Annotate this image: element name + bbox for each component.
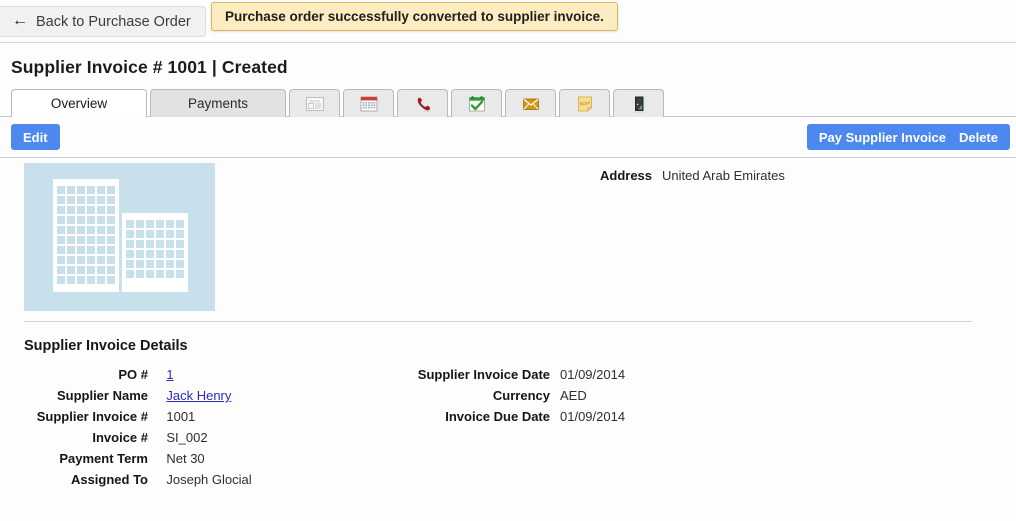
field-value-invoice-number: SI_002 (166, 430, 208, 445)
toast-message: Purchase order successfully converted to… (225, 9, 604, 24)
field-label-invoice-number: Invoice # (92, 430, 148, 445)
tab-notes[interactable]: Note (559, 89, 610, 117)
top-bar: ← Back to Purchase Order Purchase order … (0, 0, 1016, 43)
building-tall (53, 179, 119, 292)
title-separator: | (211, 57, 217, 77)
tab-documents[interactable] (613, 89, 664, 117)
tab-news[interactable]: News (289, 89, 340, 117)
section-divider (24, 321, 972, 322)
delete-button[interactable]: Delete (946, 124, 1010, 150)
field-label-invoice-due-date: Invoice Due Date (445, 409, 550, 424)
svg-text:News: News (309, 98, 321, 103)
details-right-column: Supplier Invoice Date 01/09/2014 Currenc… (400, 367, 625, 424)
field-label-currency: Currency (492, 388, 550, 403)
task-check-icon (468, 95, 485, 111)
invoice-title: Supplier Invoice # 1001 (11, 57, 207, 77)
details-left-column: PO # 1 Supplier Name Jack Henry Supplier… (0, 367, 260, 487)
field-value-supplier-invoice-date: 01/09/2014 (560, 367, 626, 382)
supplier-name-link[interactable]: Jack Henry (166, 388, 231, 403)
field-value-assigned-to: Joseph Glocial (166, 472, 252, 487)
building-placeholder-image (24, 163, 215, 311)
address-label: Address (600, 168, 653, 183)
supplier-invoice-page: ← Back to Purchase Order Purchase order … (0, 0, 1016, 521)
field-label-supplier-invoice-date: Supplier Invoice Date (417, 367, 550, 382)
door-exit-icon (633, 96, 644, 113)
success-toast: Purchase order successfully converted to… (211, 2, 618, 31)
field-value-supplier-invoice-number: 1001 (166, 409, 196, 424)
back-to-purchase-order-button[interactable]: ← Back to Purchase Order (0, 6, 206, 37)
field-value-currency: AED (560, 388, 587, 403)
calendar-icon (360, 96, 377, 111)
field-value-supplier-name: Jack Henry (166, 388, 260, 403)
tab-tasks[interactable] (451, 89, 502, 117)
tab-bar: Overview Payments News Note (0, 89, 1016, 118)
back-button-label: Back to Purchase Order (36, 13, 191, 30)
field-label-payment-term: Payment Term (59, 451, 148, 466)
field-value-po-number: 1 (166, 367, 260, 382)
address-row: Address United Arab Emirates (600, 168, 785, 183)
page-title: Supplier Invoice # 1001 | Created (0, 43, 1016, 83)
tab-payments-label: Payments (187, 96, 249, 111)
section-title-supplier-invoice-details: Supplier Invoice Details (24, 338, 188, 354)
tab-emails[interactable] (505, 89, 556, 117)
tab-payments[interactable]: Payments (150, 89, 286, 117)
field-label-po-number: PO # (118, 367, 148, 382)
news-icon: News (305, 96, 324, 111)
tab-calendar[interactable] (343, 89, 394, 117)
field-value-payment-term: Net 30 (166, 451, 205, 466)
status-badge: Created (221, 57, 288, 77)
po-number-link[interactable]: 1 (166, 367, 173, 382)
field-label-supplier-name: Supplier Name (56, 388, 148, 403)
arrow-left-icon: ← (12, 11, 28, 29)
tab-overview-label: Overview (50, 96, 108, 111)
phone-icon (417, 97, 431, 112)
action-bar: Edit Pay Supplier Invoice Delete (0, 117, 1016, 158)
building-short (122, 213, 188, 292)
field-value-invoice-due-date: 01/09/2014 (560, 409, 626, 424)
field-label-assigned-to: Assigned To (70, 472, 148, 487)
tab-overview[interactable]: Overview (11, 89, 147, 118)
tab-calls[interactable] (397, 89, 448, 117)
pay-supplier-invoice-button[interactable]: Pay Supplier Invoice (806, 124, 958, 150)
note-icon: Note (577, 96, 592, 112)
address-value: United Arab Emirates (662, 168, 785, 183)
envelope-icon (522, 98, 539, 110)
edit-button[interactable]: Edit (11, 124, 60, 150)
field-label-supplier-invoice-number: Supplier Invoice # (36, 409, 148, 424)
